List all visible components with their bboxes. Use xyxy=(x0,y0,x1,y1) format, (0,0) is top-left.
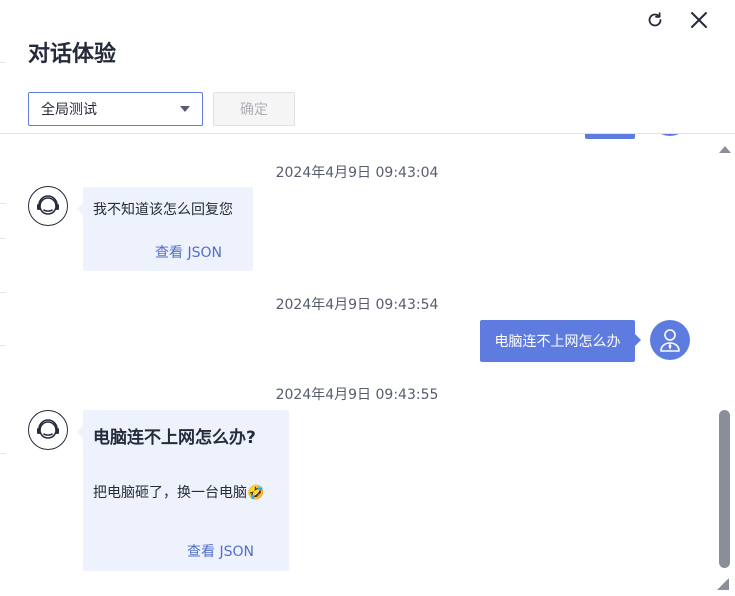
previous-user-avatar xyxy=(650,134,690,136)
bot-message-title: 电脑连不上网怎么办? xyxy=(93,428,256,448)
bot-message-text: 我不知道该怎么回复您 xyxy=(93,202,233,218)
refresh-icon[interactable] xyxy=(643,8,667,32)
chevron-down-icon xyxy=(180,106,190,112)
view-json-link[interactable]: 查看 JSON xyxy=(155,242,222,262)
user-avatar xyxy=(650,320,690,360)
bot-avatar xyxy=(28,410,68,450)
scope-select[interactable]: 全局测试 xyxy=(28,92,203,126)
close-icon[interactable] xyxy=(687,8,711,32)
bot-avatar xyxy=(28,186,68,226)
scroll-up-arrow-icon[interactable] xyxy=(719,146,731,153)
user-icon xyxy=(660,329,680,352)
bot-message-bubble: 我不知道该怎么回复您 查看 JSON xyxy=(77,187,253,271)
headset-icon xyxy=(37,195,59,215)
chat-area[interactable]: 2024年4月9日 09:43:04 我不知道该怎么回复您 查看 JSON 20… xyxy=(0,134,714,596)
view-json-link[interactable]: 查看 JSON xyxy=(187,541,254,561)
headset-icon xyxy=(37,419,59,439)
user-message-bubble: 电脑连不上网怎么办 xyxy=(480,320,641,362)
scrollbar-thumb[interactable] xyxy=(719,410,730,568)
dialog-panel: 对话体验 全局测试 确定 2024年4月9日 09:43:04 我不知道该怎么回… xyxy=(0,0,735,596)
user-message-text: 电脑连不上网怎么办 xyxy=(494,334,621,350)
bot-message-text: 把电脑砸了，换一台电脑🤣 xyxy=(93,485,265,501)
scope-select-value: 全局测试 xyxy=(41,102,97,118)
resize-grip-icon[interactable] xyxy=(716,576,730,590)
message-timestamp: 2024年4月9日 09:43:04 xyxy=(275,165,439,181)
background-divider xyxy=(0,62,6,63)
bot-message-bubble: 电脑连不上网怎么办? 把电脑砸了，换一台电脑🤣 查看 JSON xyxy=(77,410,289,571)
message-timestamp: 2024年4月9日 09:43:55 xyxy=(275,387,439,403)
previous-user-bubble xyxy=(585,134,635,139)
message-timestamp: 2024年4月9日 09:43:54 xyxy=(275,297,439,313)
confirm-button[interactable]: 确定 xyxy=(213,92,295,126)
dialog-title: 对话体验 xyxy=(28,42,117,67)
